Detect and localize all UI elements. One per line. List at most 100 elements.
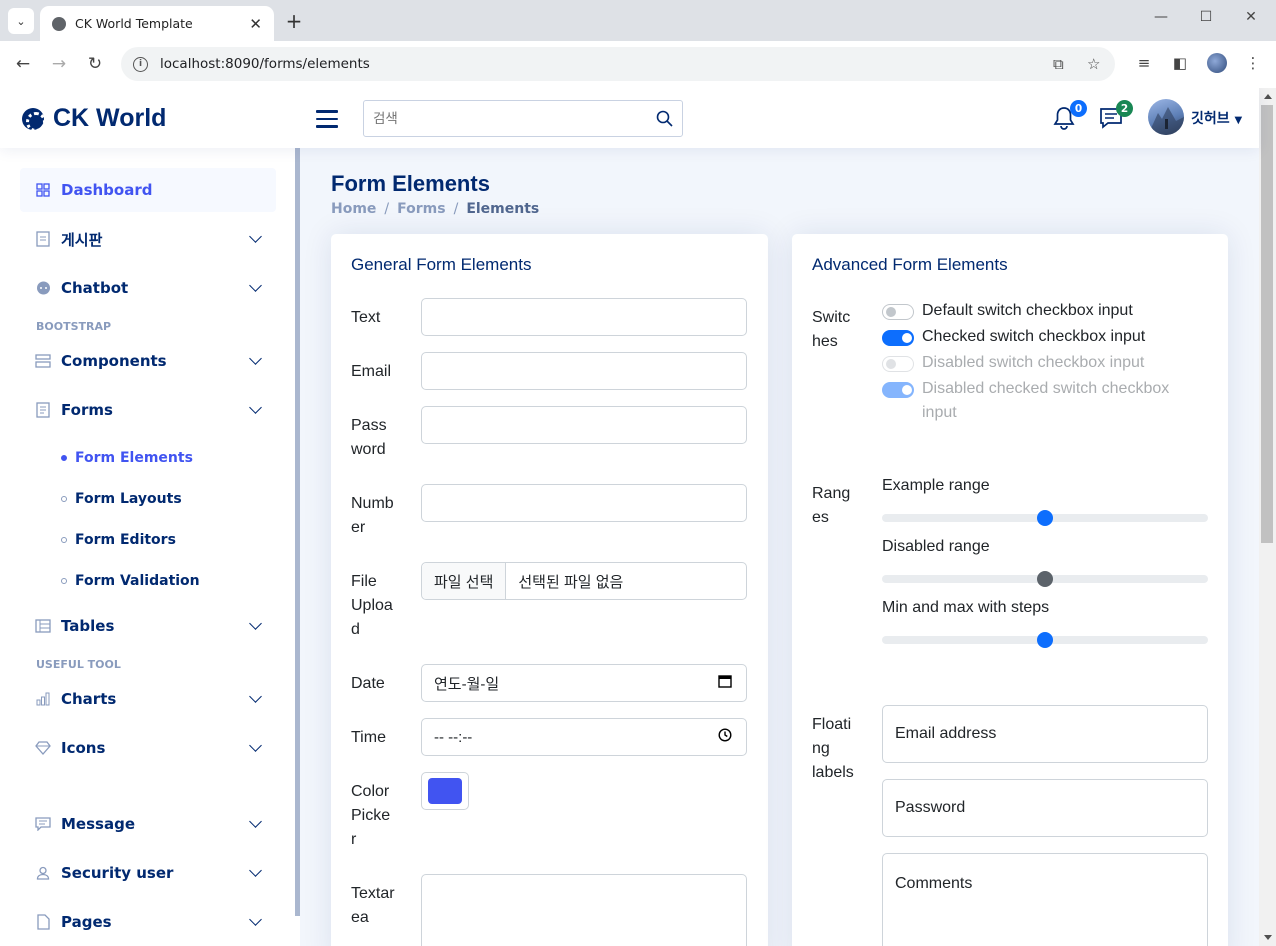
floating-password-input[interactable]: Password	[882, 779, 1208, 837]
sidebar-scrollbar[interactable]	[295, 148, 300, 916]
number-input[interactable]	[421, 484, 747, 522]
breadcrumb-forms[interactable]: Forms	[397, 201, 445, 217]
minimize-button[interactable]: —	[1151, 9, 1171, 25]
sidebar-item-board[interactable]: 게시판	[20, 217, 276, 261]
sidebar-item-dashboard[interactable]: Dashboard	[20, 168, 276, 212]
sidebar-heading-bootstrap: BOOTSTRAP	[36, 319, 112, 333]
time-value: -- --:--	[434, 728, 473, 746]
calendar-icon[interactable]	[718, 674, 732, 688]
person-icon	[35, 865, 51, 881]
kebab-menu-icon[interactable]: ⋮	[1243, 54, 1263, 72]
sidebar-subitem-form-layouts[interactable]: Form Layouts	[20, 478, 276, 519]
message-icon	[35, 816, 51, 832]
choose-file-button[interactable]: 파일 선택	[422, 563, 507, 599]
sidebar-subitem-form-editors[interactable]: Form Editors	[20, 519, 276, 560]
toggle-switch[interactable]	[882, 330, 914, 346]
sidebar-item-label: 게시판	[61, 230, 103, 249]
color-picker-input[interactable]	[421, 772, 469, 810]
new-tab-button[interactable]: +	[284, 9, 304, 33]
close-tab-icon[interactable]: ✕	[249, 15, 262, 33]
sidebar-subitem-label: Form Layouts	[75, 490, 182, 507]
date-input[interactable]: 연도-월-일	[421, 664, 747, 702]
site-info-icon[interactable]: i	[133, 56, 148, 72]
file-upload-input[interactable]: 파일 선택 선택된 파일 없음	[421, 562, 747, 600]
url-text: localhost:8090/forms/elements	[160, 56, 370, 72]
toggle-switch[interactable]	[882, 304, 914, 320]
user-menu[interactable]: 깃허브 ▼	[1191, 108, 1242, 128]
scroll-up-arrow[interactable]	[1264, 94, 1272, 99]
sidebar-item-label: Chatbot	[61, 279, 129, 297]
back-button[interactable]: ←	[13, 54, 33, 74]
sidebar-item-charts[interactable]: Charts	[20, 677, 276, 721]
range-thumb[interactable]	[1037, 632, 1053, 648]
sidebar-subitem-form-elements[interactable]: Form Elements	[20, 437, 276, 478]
sidebar-item-message[interactable]: Message	[20, 802, 276, 846]
chevron-down-icon	[249, 352, 262, 365]
sidebar-item-tables[interactable]: Tables	[20, 604, 276, 648]
side-panel-icon[interactable]: ◧	[1170, 54, 1190, 72]
floating-labels-label: Floati ng labels	[812, 716, 854, 781]
sidebar-item-pages[interactable]: Pages	[20, 900, 276, 944]
clock-icon[interactable]	[718, 728, 732, 742]
sidebar-item-components[interactable]: Components	[20, 339, 276, 383]
sidebar-item-icons[interactable]: Icons	[20, 726, 276, 770]
textarea-label: Textar ea	[351, 885, 395, 926]
sidebar-item-label: Components	[61, 352, 167, 370]
card-title: General Form Elements	[351, 255, 532, 274]
range-label: Example range	[882, 477, 990, 494]
layout-icon	[35, 618, 51, 634]
breadcrumb-home[interactable]: Home	[331, 201, 376, 217]
user-avatar[interactable]	[1148, 99, 1184, 135]
range-thumb[interactable]	[1037, 510, 1053, 526]
bookmark-star-icon[interactable]: ☆	[1087, 55, 1100, 73]
logo[interactable]: CK World	[22, 104, 166, 133]
switch-checked[interactable]: Checked switch checkbox input	[882, 325, 1202, 349]
tab-search-button[interactable]: ⌄	[8, 8, 34, 34]
maximize-button[interactable]: ☐	[1196, 9, 1216, 25]
user-name: 깃허브	[1191, 111, 1230, 127]
color-picker-label: Color Picke r	[351, 783, 391, 848]
text-input[interactable]	[421, 298, 747, 336]
page-scrollbar[interactable]	[1259, 88, 1276, 946]
profile-avatar[interactable]	[1207, 53, 1227, 73]
toggle-switch	[882, 356, 914, 372]
translate-icon[interactable]: ⧉	[1053, 55, 1064, 73]
close-window-button[interactable]: ✕	[1241, 9, 1261, 25]
forward-button[interactable]: →	[49, 54, 69, 74]
messages-button[interactable]: 2	[1099, 100, 1133, 132]
sidebar-toggle-button[interactable]	[316, 110, 338, 128]
sidebar-subitem-form-validation[interactable]: Form Validation	[20, 560, 276, 601]
grid-icon	[35, 182, 51, 198]
address-bar[interactable]: i localhost:8090/forms/elements ⧉ ☆	[121, 47, 1115, 81]
search-input[interactable]	[373, 110, 646, 127]
media-control-icon[interactable]: ≡	[1134, 54, 1154, 72]
card-title: Advanced Form Elements	[812, 255, 1008, 274]
textarea-input[interactable]	[421, 874, 747, 946]
floating-email-input[interactable]: Email address	[882, 705, 1208, 763]
switch-label: Default switch checkbox input	[922, 302, 1133, 319]
steps-range-slider[interactable]	[882, 632, 1208, 648]
switch-default[interactable]: Default switch checkbox input	[882, 299, 1202, 323]
search-icon[interactable]	[646, 101, 682, 136]
sidebar-item-chatbot[interactable]: Chatbot	[20, 266, 276, 310]
floating-comments-textarea[interactable]: Comments	[882, 853, 1208, 946]
range-thumb	[1037, 571, 1053, 587]
globe-icon	[52, 16, 66, 31]
floating-email-label: Email address	[895, 725, 997, 742]
time-input[interactable]: -- --:--	[421, 718, 747, 756]
email-input[interactable]	[421, 352, 747, 390]
notifications-button[interactable]: 0	[1053, 100, 1087, 132]
general-form-card: General Form Elements Text Email Pass wo…	[331, 234, 768, 946]
example-range-slider[interactable]	[882, 510, 1208, 526]
page: CK World 0 2 깃허브 ▼ Dashboard	[0, 88, 1276, 946]
scroll-thumb[interactable]	[1261, 105, 1273, 543]
journal-icon	[35, 402, 51, 418]
sidebar-item-security-user[interactable]: Security user	[20, 851, 276, 895]
reload-button[interactable]: ↻	[85, 54, 105, 74]
password-input[interactable]	[421, 406, 747, 444]
file-upload-label: File Uploa d	[351, 573, 393, 638]
scroll-down-arrow[interactable]	[1264, 935, 1272, 940]
sidebar-item-label: Pages	[61, 913, 112, 931]
browser-tab[interactable]: CK World Template ✕	[40, 6, 274, 41]
sidebar-item-forms[interactable]: Forms	[20, 388, 276, 432]
